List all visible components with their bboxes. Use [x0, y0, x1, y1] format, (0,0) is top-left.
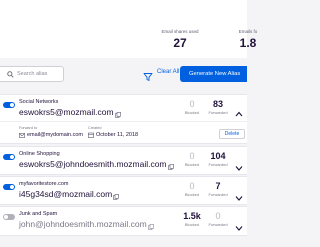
alias-address: i45g34sd@mozmail.com — [19, 189, 120, 200]
clear-all-link[interactable]: Clear All — [157, 69, 179, 75]
forwarded-label: Forwarded — [208, 162, 228, 167]
stat-value: 27 — [173, 36, 187, 50]
forward-to-value: email@mydomain.com — [27, 132, 84, 138]
forwarded-label: Forwarded — [208, 222, 228, 227]
alias-toggle[interactable] — [3, 154, 15, 160]
search-icon — [3, 67, 17, 81]
chevron-down-icon[interactable] — [235, 188, 243, 201]
alias-address-text: eswokrs5@johndoesmith.mozmail.com — [19, 159, 167, 169]
delete-button[interactable]: Delete — [219, 129, 245, 139]
search-input[interactable] — [17, 71, 57, 77]
forwarded-count: 0 Forwarded — [198, 211, 238, 227]
stats-band: Email shares used 27 Emails fo 1.8 — [0, 0, 257, 58]
created-value: October 11, 2018 — [96, 132, 139, 138]
search-box[interactable] — [0, 66, 64, 82]
alias-label: Junk and Spam — [19, 211, 58, 217]
calendar-icon — [88, 132, 94, 138]
alias-toggle[interactable] — [3, 214, 15, 220]
created: Created October 11, 2018 — [88, 126, 138, 138]
forwarded-value: 83 — [212, 99, 223, 109]
chevron-down-icon[interactable] — [235, 158, 243, 171]
alias-address-text: i45g34sd@mozmail.com — [19, 189, 113, 199]
forward-to-row: email@mydomain.com — [19, 132, 83, 138]
alias-address-text: john@johndoesmith.mozmail.com — [19, 219, 147, 229]
alias-card: Online Shopping eswokrs5@johndoesmith.mo… — [0, 146, 247, 175]
forward-to: Forward to email@mydomain.com — [19, 126, 83, 138]
forwarded-value: 7 — [215, 181, 221, 191]
forwarded-count: 104 Forwarded — [198, 151, 238, 167]
alias-card: Social Networks eswokrs5@mozmail.com 0 B… — [0, 94, 247, 144]
generate-alias-button[interactable]: Generate New Alias — [180, 66, 247, 82]
forwarded-count: 7 Forwarded — [198, 181, 238, 197]
stat-emails-forwarded: Emails fo 1.8 — [213, 29, 283, 50]
forwarded-value: 104 — [210, 151, 226, 161]
created-row: October 11, 2018 — [88, 132, 138, 138]
forward-to-label: Forward to — [19, 126, 38, 130]
copy-icon[interactable] — [113, 192, 120, 200]
forwarded-label: Forwarded — [208, 192, 228, 197]
alias-address: eswokrs5@johndoesmith.mozmail.com — [19, 159, 174, 170]
forwarded-count: 83 Forwarded — [198, 99, 238, 115]
created-label: Created — [88, 126, 102, 130]
forwarded-value: 0 — [215, 211, 221, 221]
alias-address: john@johndoesmith.mozmail.com — [19, 219, 154, 230]
mail-icon — [19, 132, 25, 138]
chevron-down-icon[interactable] — [235, 218, 243, 231]
alias-label: Online Shopping — [19, 151, 60, 157]
alias-card: myfavoritestore.com i45g34sd@mozmail.com… — [0, 176, 247, 205]
alias-label: Social Networks — [19, 99, 59, 105]
alias-details: Forward to email@mydomain.com Created Oc… — [0, 121, 247, 145]
stat-label: Email shares used — [161, 29, 199, 34]
filter-icon[interactable] — [143, 69, 153, 81]
alias-label: myfavoritestore.com — [19, 181, 69, 187]
alias-address: eswokrs5@mozmail.com — [19, 107, 121, 118]
copy-icon[interactable] — [147, 222, 154, 230]
stat-value: 1.8 — [239, 36, 257, 50]
generate-alias-label: Generate New Alias — [189, 71, 241, 77]
stat-label: Emails fo — [238, 29, 258, 34]
copy-icon[interactable] — [114, 110, 121, 118]
forwarded-label: Forwarded — [208, 110, 228, 115]
alias-toggle[interactable] — [3, 102, 15, 108]
toolbar: Clear All Generate New Alias — [0, 65, 247, 83]
alias-address-text: eswokrs5@mozmail.com — [19, 107, 114, 117]
alias-card: Junk and Spam john@johndoesmith.mozmail.… — [0, 206, 247, 236]
alias-toggle[interactable] — [3, 184, 15, 190]
stat-emails-blocked: Email shares used 27 — [145, 29, 215, 50]
chevron-up-icon[interactable] — [235, 104, 243, 117]
